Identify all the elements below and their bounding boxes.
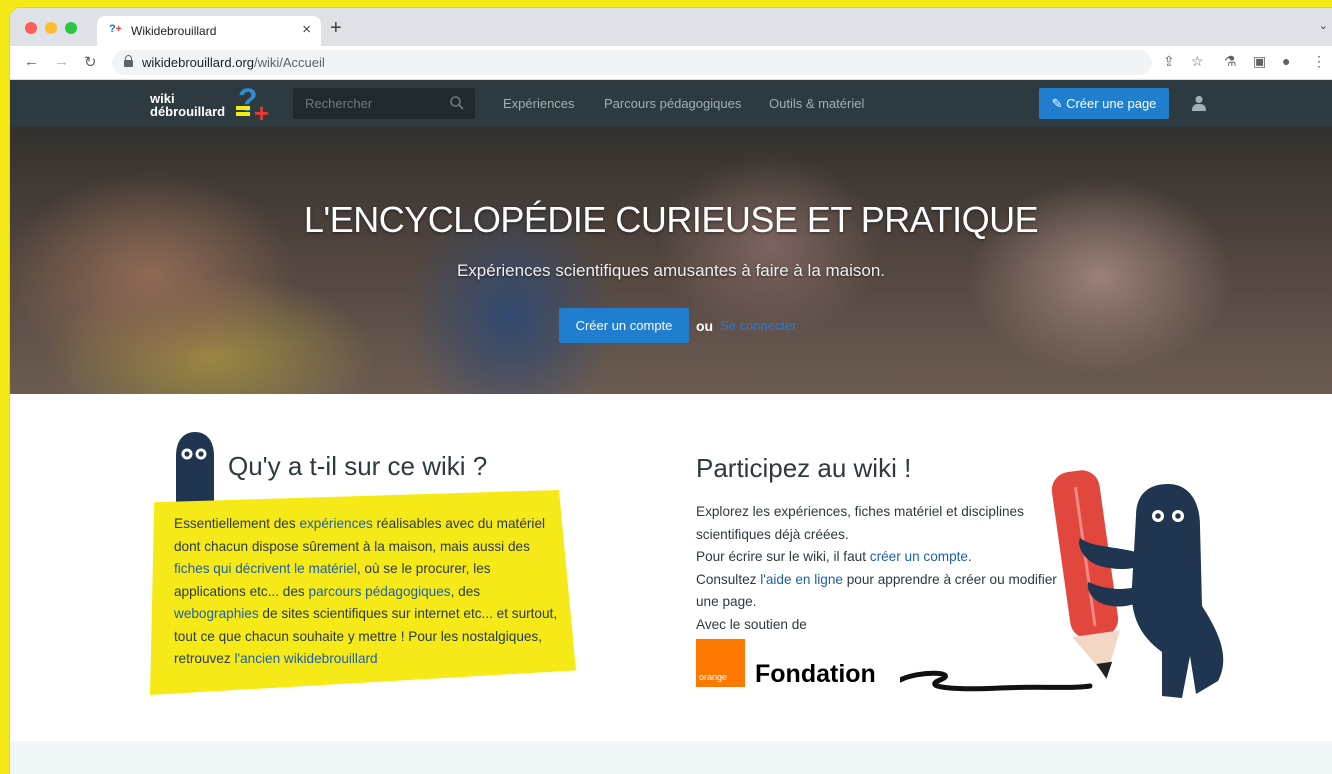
text-segment: , des	[450, 583, 481, 599]
url-path: /wiki/Accueil	[254, 55, 325, 70]
profile-avatar-icon[interactable]: ●	[1282, 53, 1290, 69]
reload-icon[interactable]: ↻	[84, 53, 97, 71]
favicon-icon: ?+	[109, 23, 122, 35]
browser-tab[interactable]: ?+ Wikidebrouillard ×	[97, 16, 321, 46]
text-segment: Essentiellement des	[174, 516, 300, 531]
browser-toolbar: ← → ↻ wikidebrouillard.org/wiki/Accueil …	[10, 46, 1332, 80]
browser-window: ?+ Wikidebrouillard × + ⌄ ← → ↻ wikidebr…	[10, 8, 1332, 774]
sidepanel-icon[interactable]: ▣	[1253, 53, 1266, 70]
search-placeholder: Rechercher	[305, 96, 373, 111]
fiches-materiel-link[interactable]: fiches qui décrivent le matériel	[174, 561, 357, 576]
hero-subtitle: Expériences scientifiques amusantes à fa…	[456, 261, 886, 280]
extension-flask-icon[interactable]: ⚗	[1224, 53, 1237, 70]
logo-wordmark: wiki débrouillard	[150, 92, 225, 118]
site-search-input[interactable]: Rechercher	[293, 88, 475, 119]
minimize-window-button[interactable]	[45, 22, 57, 34]
url-domain: wikidebrouillard.org	[142, 55, 254, 70]
new-tab-button[interactable]: +	[330, 17, 342, 40]
url-text[interactable]: wikidebrouillard.org/wiki/Accueil	[142, 55, 325, 70]
right-section-title: Participez au wiki !	[696, 453, 912, 483]
share-icon[interactable]: ⇪	[1163, 53, 1175, 70]
fondation-text[interactable]: Fondation	[755, 660, 876, 689]
user-icon[interactable]	[1192, 95, 1206, 111]
left-section-text: Essentiellement des expériences réalisab…	[174, 513, 559, 671]
left-section-title: Qu'y a t-il sur ce wiki ?	[228, 451, 488, 481]
webographies-link[interactable]: webographies	[174, 606, 259, 621]
tab-search-chevron-icon[interactable]: ⌄	[1319, 19, 1328, 32]
logo-plus-icon: +	[254, 98, 270, 128]
mascot-head-icon	[176, 432, 214, 502]
address-bar[interactable]: wikidebrouillard.org/wiki/Accueil	[112, 50, 1152, 75]
logo-line-2: débrouillard	[150, 104, 226, 119]
footer-band	[10, 741, 1332, 774]
nav-parcours[interactable]: Parcours pédagogiques	[604, 96, 741, 111]
create-account-button[interactable]: Créer un compte	[559, 308, 689, 343]
tab-strip: ?+ Wikidebrouillard × + ⌄	[10, 8, 1332, 46]
experiences-link[interactable]: expériences	[299, 516, 372, 531]
zoom-window-button[interactable]	[65, 22, 77, 34]
tab-close-icon[interactable]: ×	[302, 21, 311, 38]
search-icon[interactable]	[449, 95, 465, 111]
bookmark-star-icon[interactable]: ☆	[1191, 53, 1204, 70]
close-window-button[interactable]	[25, 22, 37, 34]
site-navbar: wiki débrouillard ? + Rechercher Expérie…	[10, 80, 1332, 128]
nav-experiences[interactable]: Expériences	[503, 96, 575, 111]
logo-equals-icon	[236, 106, 250, 110]
lock-icon[interactable]	[124, 55, 133, 67]
ancien-wiki-link[interactable]: l'ancien wikidebrouillard	[234, 651, 377, 666]
text-segment: Pour écrire sur le wiki, il faut	[696, 549, 870, 564]
nav-outils[interactable]: Outils & matériel	[769, 96, 864, 111]
hero-title: L'ENCYCLOPÉDIE CURIEUSE ET PRATIQUE	[303, 199, 1039, 240]
forward-arrow-icon[interactable]: →	[54, 53, 69, 70]
create-page-button[interactable]: ✎ Créer une page	[1039, 88, 1169, 119]
text-segment: Consultez	[696, 571, 761, 587]
or-text: ou	[696, 318, 714, 334]
help-link[interactable]: l'aide en ligne	[760, 572, 843, 587]
site-logo[interactable]: wiki débrouillard ? +	[150, 82, 285, 128]
mascot-pencil-illustration	[900, 470, 1224, 698]
tab-title: Wikidebrouillard	[131, 24, 217, 38]
orange-logo-text: orange	[699, 672, 728, 682]
parcours-link[interactable]: parcours pédagogiques	[309, 584, 451, 599]
browser-menu-icon[interactable]: ⋮	[1312, 53, 1326, 70]
hero-banner: L'ENCYCLOPÉDIE CURIEUSE ET PRATIQUE Expé…	[10, 127, 1332, 394]
back-arrow-icon[interactable]: ←	[24, 53, 39, 70]
login-link[interactable]: Se connecter	[720, 318, 797, 333]
